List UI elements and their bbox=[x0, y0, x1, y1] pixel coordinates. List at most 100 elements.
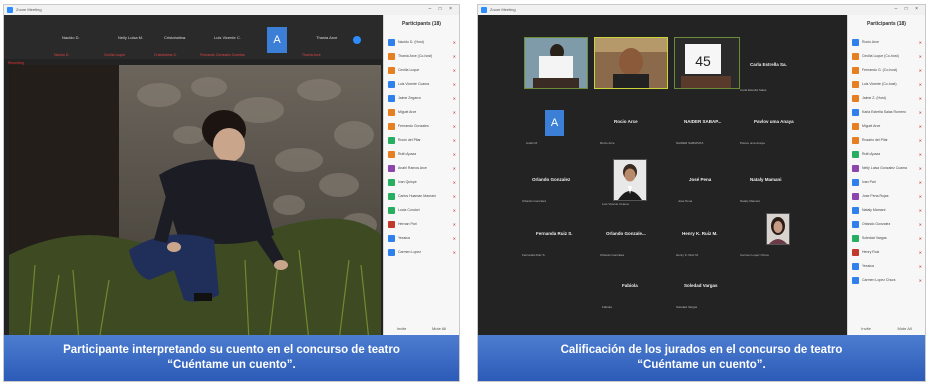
invite-button[interactable]: Invite bbox=[397, 326, 407, 331]
participant-row[interactable]: Orlando Gonzalez ✕ bbox=[848, 217, 925, 231]
participant-avatar bbox=[852, 52, 859, 60]
participant-row[interactable]: Cecilia Luque (Co-host) ✕ bbox=[848, 49, 925, 63]
muted-mic-icon[interactable]: ✕ bbox=[448, 152, 456, 157]
participant-row[interactable]: Carmen Lopez ✕ bbox=[384, 245, 459, 259]
participant-name: Miguel Arce bbox=[862, 124, 881, 128]
participant-row[interactable]: Fernando Gonzales ✕ bbox=[384, 119, 459, 133]
participant-sub: José Pena bbox=[678, 199, 693, 203]
video-thumbnail[interactable] bbox=[766, 213, 790, 245]
participant-row[interactable]: Luis Vicente Ccama ✕ bbox=[384, 77, 459, 91]
avatar-tile[interactable]: A bbox=[545, 110, 564, 136]
muted-mic-icon[interactable]: ✕ bbox=[448, 180, 456, 185]
mute-all-button[interactable]: Mute All bbox=[897, 326, 911, 331]
video-thumbnail[interactable] bbox=[613, 159, 647, 201]
muted-mic-icon[interactable]: ✕ bbox=[448, 110, 456, 115]
muted-mic-icon[interactable]: ✕ bbox=[914, 264, 922, 269]
mute-all-button[interactable]: Mute All bbox=[432, 326, 446, 331]
participant-row[interactable]: Nacido D. (Host) ✕ bbox=[384, 35, 459, 49]
participant-row[interactable]: Miguel Arce ✕ bbox=[848, 119, 925, 133]
participant-name: Jose Pena Rojas bbox=[862, 194, 889, 198]
participant-row[interactable]: Soledad Vargas ✕ bbox=[848, 231, 925, 245]
participant-row[interactable]: Jaime Z. (Host) ✕ bbox=[848, 91, 925, 105]
score-sign-text: 45 bbox=[695, 53, 711, 69]
participant-row[interactable]: Ruth Apaza ✕ bbox=[384, 147, 459, 161]
participant-row[interactable]: Hernan Pari ✕ bbox=[384, 217, 459, 231]
participant-row[interactable]: Rocio Arce ✕ bbox=[848, 35, 925, 49]
muted-mic-icon[interactable]: ✕ bbox=[914, 110, 922, 115]
muted-mic-icon[interactable]: ✕ bbox=[914, 194, 922, 199]
video-thumbnail[interactable]: 45 bbox=[674, 37, 740, 89]
participant-name: Orlando Gonzale... bbox=[606, 231, 646, 236]
muted-mic-icon[interactable]: ✕ bbox=[448, 208, 456, 213]
participant-row[interactable]: Nelly Luisa Gonzalez Ccama ✕ bbox=[848, 161, 925, 175]
muted-mic-icon[interactable]: ✕ bbox=[448, 138, 456, 143]
muted-mic-icon[interactable]: ✕ bbox=[448, 222, 456, 227]
participant-row[interactable]: Ivan Pari ✕ bbox=[848, 175, 925, 189]
video-thumbnail-active[interactable] bbox=[594, 37, 668, 89]
invite-button[interactable]: Invite bbox=[861, 326, 871, 331]
muted-mic-icon[interactable]: ✕ bbox=[914, 96, 922, 101]
participant-row[interactable]: Rocio del Pilar ✕ bbox=[384, 133, 459, 147]
participant-avatar bbox=[852, 164, 859, 172]
muted-mic-icon[interactable]: ✕ bbox=[448, 250, 456, 255]
participant-row[interactable]: Fernando G. (Co-host) ✕ bbox=[848, 63, 925, 77]
participant-row[interactable]: Karla Estrella Salas Romero ✕ bbox=[848, 105, 925, 119]
muted-mic-icon[interactable]: ✕ bbox=[914, 54, 922, 59]
participant-row[interactable]: Jose Pena Rojas ✕ bbox=[848, 189, 925, 203]
participant-avatar bbox=[852, 150, 859, 158]
participant-row[interactable]: Ivan Quispe ✕ bbox=[384, 175, 459, 189]
participant-name: Fernando G. (Co-host) bbox=[862, 68, 898, 72]
muted-mic-icon[interactable]: ✕ bbox=[914, 222, 922, 227]
muted-mic-icon[interactable]: ✕ bbox=[914, 180, 922, 185]
muted-mic-icon[interactable]: ✕ bbox=[914, 278, 922, 283]
participant-row[interactable]: Luis Vicente (Co-host) ✕ bbox=[848, 77, 925, 91]
participant-row[interactable]: Henry Ruiz ✕ bbox=[848, 245, 925, 259]
muted-mic-icon[interactable]: ✕ bbox=[914, 250, 922, 255]
muted-mic-icon[interactable]: ✕ bbox=[914, 124, 922, 129]
muted-mic-icon[interactable]: ✕ bbox=[448, 68, 456, 73]
judge-video-image: 45 bbox=[675, 38, 739, 88]
participant-row[interactable]: Jaime Zegarra ✕ bbox=[384, 91, 459, 105]
window-controls[interactable]: – □ × bbox=[429, 6, 456, 12]
participant-name: Ruth Apaza bbox=[862, 152, 881, 156]
participant-row[interactable]: Anahi Ramos Arce ✕ bbox=[384, 161, 459, 175]
muted-mic-icon[interactable]: ✕ bbox=[448, 96, 456, 101]
participant-name: Carlos Huaman Mamani bbox=[398, 194, 436, 198]
muted-mic-icon[interactable]: ✕ bbox=[914, 152, 922, 157]
muted-mic-icon[interactable]: ✕ bbox=[914, 82, 922, 87]
video-thumbnail[interactable] bbox=[524, 37, 588, 89]
participant-name: Nelly Luisa Gonzalez Ccama bbox=[862, 166, 907, 170]
window-controls[interactable]: – □ × bbox=[895, 6, 922, 12]
participant-row[interactable]: Carlos Huaman Mamani ✕ bbox=[384, 189, 459, 203]
participant-sub: Luis Vicente Ccama bbox=[602, 202, 629, 206]
zoom-app-icon bbox=[7, 7, 13, 13]
participant-row[interactable]: Miguel Arce ✕ bbox=[384, 105, 459, 119]
participant-row[interactable]: Carmen Lopez Chura ✕ bbox=[848, 273, 925, 287]
muted-mic-icon[interactable]: ✕ bbox=[448, 166, 456, 171]
photo-caption: Participante interpretando su cuento en … bbox=[4, 335, 459, 381]
participant-row[interactable]: Yessica ✕ bbox=[384, 231, 459, 245]
participant-row[interactable]: Nataly Mamani ✕ bbox=[848, 203, 925, 217]
muted-mic-icon[interactable]: ✕ bbox=[914, 208, 922, 213]
participant-row[interactable]: Lucia Condori ✕ bbox=[384, 203, 459, 217]
participant-row[interactable]: Cecilia Luque ✕ bbox=[384, 63, 459, 77]
muted-mic-icon[interactable]: ✕ bbox=[448, 54, 456, 59]
muted-mic-icon[interactable]: ✕ bbox=[914, 236, 922, 241]
participant-row[interactable]: Ruth Apaza ✕ bbox=[848, 147, 925, 161]
participant-row[interactable]: Rosario del Pilar ✕ bbox=[848, 133, 925, 147]
photo-caption: Calificación de los jurados en el concur… bbox=[478, 335, 925, 381]
muted-mic-icon[interactable]: ✕ bbox=[914, 68, 922, 73]
muted-mic-icon[interactable]: ✕ bbox=[448, 40, 456, 45]
muted-mic-icon[interactable]: ✕ bbox=[448, 236, 456, 241]
avatar-tile[interactable]: A bbox=[267, 27, 287, 53]
participant-row[interactable]: Yessica ✕ bbox=[848, 259, 925, 273]
muted-mic-icon[interactable]: ✕ bbox=[448, 124, 456, 129]
muted-mic-icon[interactable]: ✕ bbox=[914, 40, 922, 45]
participant-avatar bbox=[852, 66, 859, 74]
muted-mic-icon[interactable]: ✕ bbox=[448, 194, 456, 199]
muted-mic-icon[interactable]: ✕ bbox=[914, 138, 922, 143]
participant-row[interactable]: Thania Arce (Co-host) ✕ bbox=[384, 49, 459, 63]
muted-mic-icon[interactable]: ✕ bbox=[914, 166, 922, 171]
muted-mic-icon[interactable]: ✕ bbox=[448, 82, 456, 87]
zoom-app-icon bbox=[481, 7, 487, 13]
